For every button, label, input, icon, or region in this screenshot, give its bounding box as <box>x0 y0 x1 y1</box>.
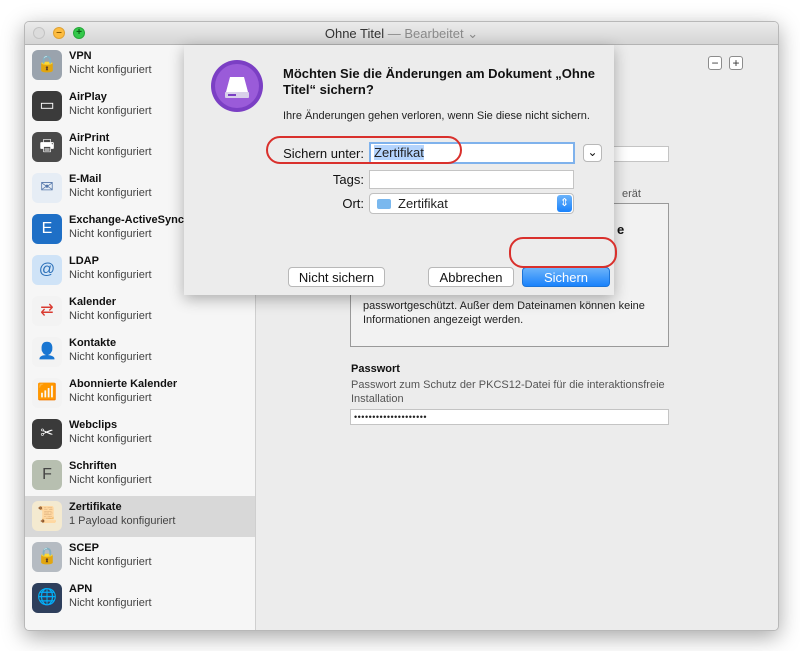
sidebar-item-abonnierte-kalender[interactable]: 📶 Abonnierte Kalender Nicht konfiguriert <box>25 373 255 414</box>
popup-arrows-icon: ⇕ <box>557 195 572 212</box>
sidebar-item-name: AirPlay <box>69 91 107 103</box>
tags-label: Tags: <box>332 172 364 187</box>
sidebar-item-status: Nicht konfiguriert <box>69 474 152 486</box>
sidebar-item-status: Nicht konfiguriert <box>69 351 152 363</box>
sidebar-item-name: Schriften <box>69 460 117 472</box>
sidebar-item-status: Nicht konfiguriert <box>69 556 152 568</box>
sidebar-item-status: Nicht konfiguriert <box>69 146 152 158</box>
add-payload-button[interactable]: + <box>729 56 743 70</box>
mail-stamp-icon: ✉ <box>32 173 62 203</box>
sidebar-item-status: Nicht konfiguriert <box>69 310 152 322</box>
annotation-highlight-save-as <box>266 136 462 164</box>
sidebar-item-name: Kontakte <box>69 337 117 349</box>
window-title: Ohne Titel — Bearbeitet ⌄ <box>25 26 778 42</box>
document-title: Ohne Titel <box>324 26 385 41</box>
chevron-down-icon: ⌄ <box>587 145 598 159</box>
printer-icon: 🖶 <box>32 132 62 162</box>
calendar-sync-icon: ⇄ <box>32 296 62 326</box>
sidebar-item-name: VPN <box>69 50 92 62</box>
tags-input[interactable] <box>369 170 574 189</box>
exchange-icon: E <box>32 214 62 244</box>
sidebar-item-kalender[interactable]: ⇄ Kalender Nicht konfiguriert <box>25 291 255 332</box>
sidebar-item-name: LDAP <box>69 255 99 267</box>
location-popup[interactable]: Zertifikat ⇕ <box>369 193 574 214</box>
sidebar-item-status: Nicht konfiguriert <box>69 392 152 404</box>
dont-save-button[interactable]: Nicht sichern <box>288 267 385 287</box>
certificate-icon: 📜 <box>32 501 62 531</box>
airplay-icon: ▭ <box>32 91 62 121</box>
sidebar-item-name: SCEP <box>69 542 99 554</box>
app-window: – + Ohne Titel — Bearbeitet ⌄ 🔒 VPN Nicht … <box>24 21 779 631</box>
dialog-title: Möchten Sie die Änderungen am Dokument „… <box>283 66 596 97</box>
sidebar-item-status: Nicht konfiguriert <box>69 64 152 76</box>
sidebar-item-name: Zertifikate <box>69 501 122 513</box>
password-help-line1: Passwort zum Schutz der PKCS12-Datei für… <box>351 379 665 391</box>
sidebar-item-status: Nicht konfiguriert <box>69 597 152 609</box>
sidebar-item-apn[interactable]: 🌐 APN Nicht konfiguriert <box>25 578 255 619</box>
sidebar-item-name: Exchange-ActiveSync <box>69 214 184 226</box>
font-icon: F <box>32 460 62 490</box>
sidebar-item-status: Nicht konfiguriert <box>69 269 152 281</box>
sidebar-item-name: Kalender <box>69 296 117 308</box>
webclip-scissors-icon: ✂ <box>32 419 62 449</box>
sidebar-item-scep[interactable]: 🔒 SCEP Nicht konfiguriert <box>25 537 255 578</box>
configurator-drive-icon <box>211 60 263 112</box>
sidebar-item-name: AirPrint <box>69 132 110 144</box>
sidebar-item-schriften[interactable]: F Schriften Nicht konfiguriert <box>25 455 255 496</box>
certificate-description-line2: Informationen angezeigt werden. <box>363 314 524 326</box>
sidebar-item-status: Nicht konfiguriert <box>69 433 152 445</box>
titlebar: – + Ohne Titel — Bearbeitet ⌄ <box>25 22 778 45</box>
password-label: Passwort <box>351 363 400 375</box>
apn-globe-icon: 🌐 <box>32 583 62 613</box>
remove-payload-button[interactable]: − <box>708 56 722 70</box>
location-value: Zertifikat <box>398 196 448 211</box>
sidebar-item-status: Nicht konfiguriert <box>69 187 152 199</box>
password-field[interactable]: •••••••••••••••••••• <box>350 409 669 425</box>
certificate-heading-partial: e <box>617 222 625 237</box>
scep-lock-icon: 🔒 <box>32 542 62 572</box>
sidebar-item-status: Nicht konfiguriert <box>69 228 152 240</box>
sidebar-item-status: Nicht konfiguriert <box>69 105 152 117</box>
save-button[interactable]: Sichern <box>522 267 610 287</box>
certificate-description-line1: passwortgeschützt. Außer dem Dateinamen … <box>363 300 645 312</box>
expand-dialog-button[interactable]: ⌄ <box>583 144 602 162</box>
sidebar-item-name: APN <box>69 583 93 595</box>
password-help-line2: Installation <box>351 393 404 405</box>
sidebar-item-webclips[interactable]: ✂ Webclips Nicht konfiguriert <box>25 414 255 455</box>
cancel-button[interactable]: Abbrechen <box>428 267 514 287</box>
edited-indicator[interactable]: — Bearbeitet ⌄ <box>388 26 478 41</box>
dialog-subtitle: Ihre Änderungen gehen verloren, wenn Sie… <box>283 110 590 122</box>
ldap-at-icon: @ <box>32 255 62 285</box>
folder-icon <box>377 199 391 209</box>
sidebar-item-zertifikate[interactable]: 📜 Zertifikate 1 Payload konfiguriert <box>25 496 255 537</box>
sidebar-item-name: E-Mail <box>69 173 102 185</box>
sidebar-item-kontakte[interactable]: 👤 Kontakte Nicht konfiguriert <box>25 332 255 373</box>
plus-icon: + <box>732 56 740 70</box>
minus-icon: − <box>711 56 719 70</box>
sidebar-item-name: Webclips <box>69 419 118 431</box>
device-label-partial: erät <box>622 188 641 200</box>
sidebar-item-status: 1 Payload konfiguriert <box>69 515 176 527</box>
vpn-lock-icon: 🔒 <box>32 50 62 80</box>
subscribed-calendar-icon: 📶 <box>32 378 62 408</box>
location-label: Ort: <box>342 196 364 211</box>
sidebar-item-name: Abonnierte Kalender <box>69 378 178 390</box>
annotation-highlight-save-button <box>509 237 617 268</box>
contacts-sync-icon: 👤 <box>32 337 62 367</box>
